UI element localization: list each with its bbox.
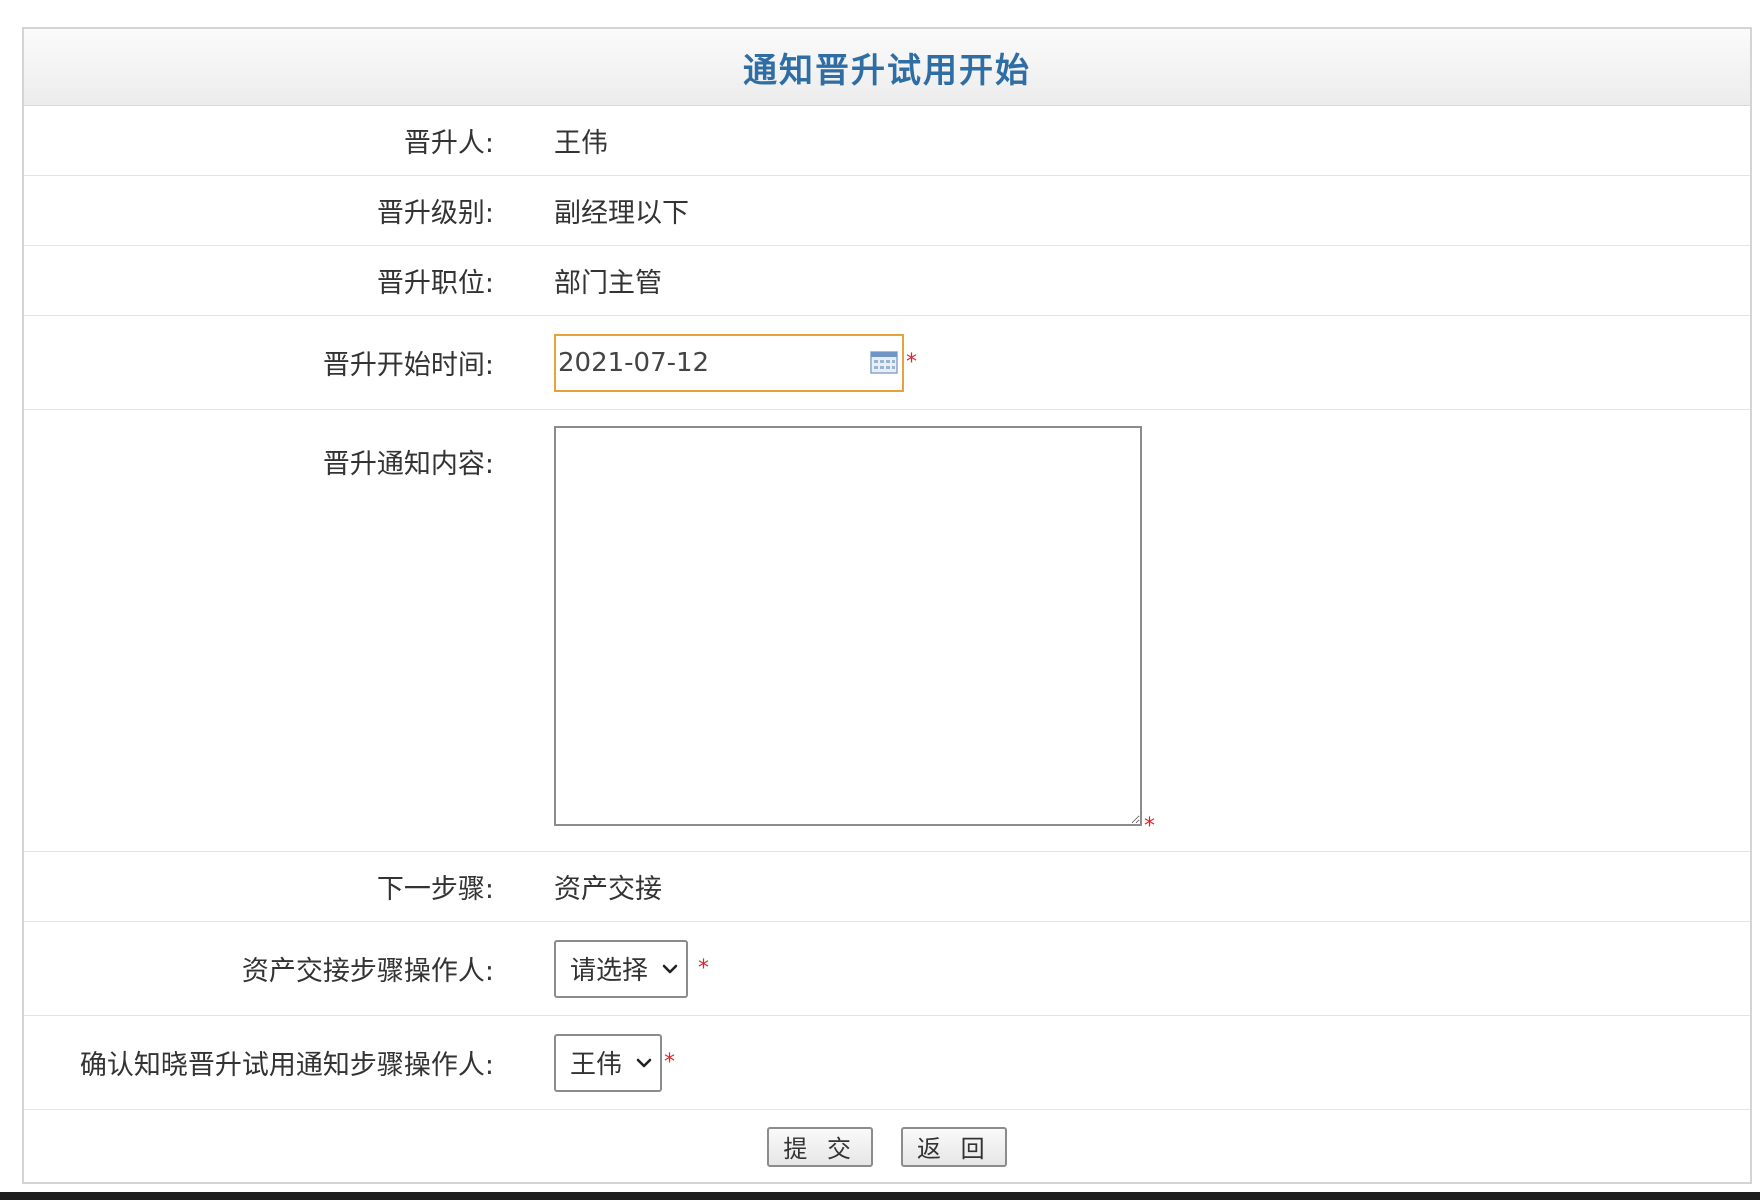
position-row: 晋升职位: 部门主管 [24,246,1750,316]
back-button[interactable]: 返 回 [901,1126,1007,1167]
start-date-field[interactable] [554,333,904,392]
window-bottom-edge [0,1192,1760,1200]
start-date-input[interactable] [556,336,860,389]
promotion-form-panel: 通知晋升试用开始 晋升人: 王伟 晋升级别: 副经理以下 晋升职位: 部门主管 … [22,27,1752,1184]
asset-operator-select[interactable]: 请选择 [554,939,689,998]
notice-content-row: 晋升通知内容: * [24,410,1750,852]
start-date-required-mark: * [906,350,917,375]
asset-operator-label: 资产交接步骤操作人: [241,956,494,987]
calendar-icon[interactable] [870,350,898,374]
confirm-operator-selected: 王伟 [570,1050,623,1080]
promotee-value: 王伟 [554,128,608,159]
level-row: 晋升级别: 副经理以下 [24,176,1750,246]
next-step-row: 下一步骤: 资产交接 [24,852,1750,922]
promotee-row: 晋升人: 王伟 [24,106,1750,176]
chevron-down-icon [636,1058,652,1067]
confirm-operator-row: 确认知晓晋升试用通知步骤操作人: 王伟 * [24,1016,1750,1110]
confirm-operator-label: 确认知晓晋升试用通知步骤操作人: [79,1050,494,1081]
asset-operator-selected: 请选择 [570,956,649,986]
level-label: 晋升级别: [376,198,494,229]
confirm-operator-required-mark: * [664,1050,676,1075]
notice-content-label: 晋升通知内容: [322,449,494,480]
actions-row: 提 交 返 回 [24,1110,1750,1183]
notice-content-textarea[interactable] [554,426,1142,826]
start-date-row: 晋升开始时间: * [24,316,1750,410]
page-title: 通知晋升试用开始 [743,50,1031,91]
panel-header: 通知晋升试用开始 [24,29,1750,106]
confirm-operator-select[interactable]: 王伟 [554,1033,663,1092]
asset-operator-row: 资产交接步骤操作人: 请选择 * [24,922,1750,1016]
notice-content-required-mark: * [1144,814,1155,839]
next-step-value: 资产交接 [554,874,662,905]
position-value: 部门主管 [554,268,662,299]
start-date-label: 晋升开始时间: [322,350,494,381]
promotee-label: 晋升人: [403,128,494,159]
chevron-down-icon [662,964,678,973]
asset-operator-required-mark: * [698,956,710,981]
level-value: 副经理以下 [554,198,689,229]
submit-button[interactable]: 提 交 [767,1126,873,1167]
position-label: 晋升职位: [376,268,494,299]
next-step-label: 下一步骤: [376,874,494,905]
